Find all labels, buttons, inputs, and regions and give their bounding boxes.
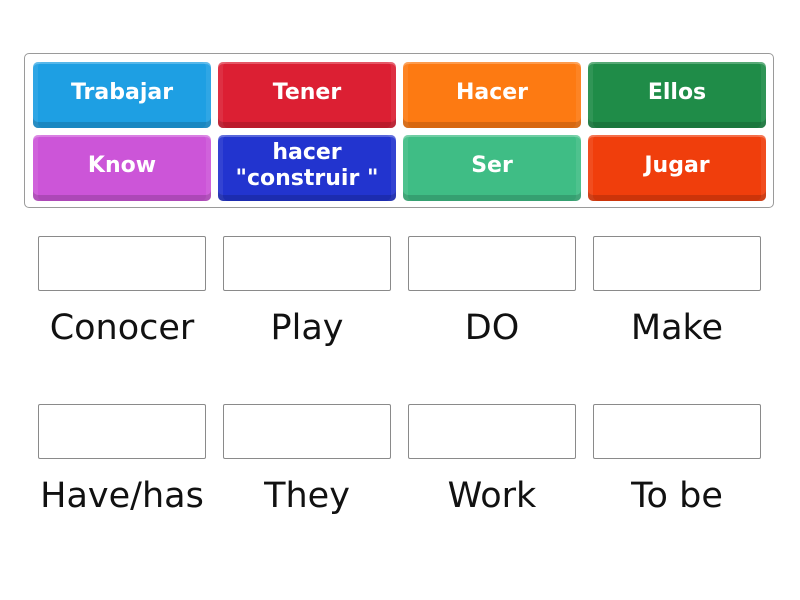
word-tile[interactable]: Know <box>33 135 211 201</box>
word-tile[interactable]: hacer "construir " <box>218 135 396 201</box>
word-tile[interactable]: Ser <box>403 135 581 201</box>
target-label: To be <box>631 476 723 516</box>
drop-slot[interactable] <box>593 404 761 459</box>
drop-slot[interactable] <box>408 404 576 459</box>
drop-slot[interactable] <box>223 404 391 459</box>
drop-slot[interactable] <box>408 236 576 291</box>
word-tile[interactable]: Ellos <box>588 62 766 128</box>
target-label: DO <box>464 308 520 348</box>
drop-slot[interactable] <box>223 236 391 291</box>
drop-slot[interactable] <box>38 236 206 291</box>
word-tile[interactable]: Hacer <box>403 62 581 128</box>
word-tile[interactable]: Trabajar <box>33 62 211 128</box>
word-tile[interactable]: Jugar <box>588 135 766 201</box>
word-tile[interactable]: Tener <box>218 62 396 128</box>
target-label: Work <box>447 476 537 516</box>
drop-slot[interactable] <box>593 236 761 291</box>
target-label: Make <box>630 308 724 348</box>
target-label: They <box>264 476 350 516</box>
target-label: Play <box>270 308 344 348</box>
drop-slot[interactable] <box>38 404 206 459</box>
target-label: Conocer <box>49 308 195 348</box>
target-label: Have/has <box>40 476 204 516</box>
